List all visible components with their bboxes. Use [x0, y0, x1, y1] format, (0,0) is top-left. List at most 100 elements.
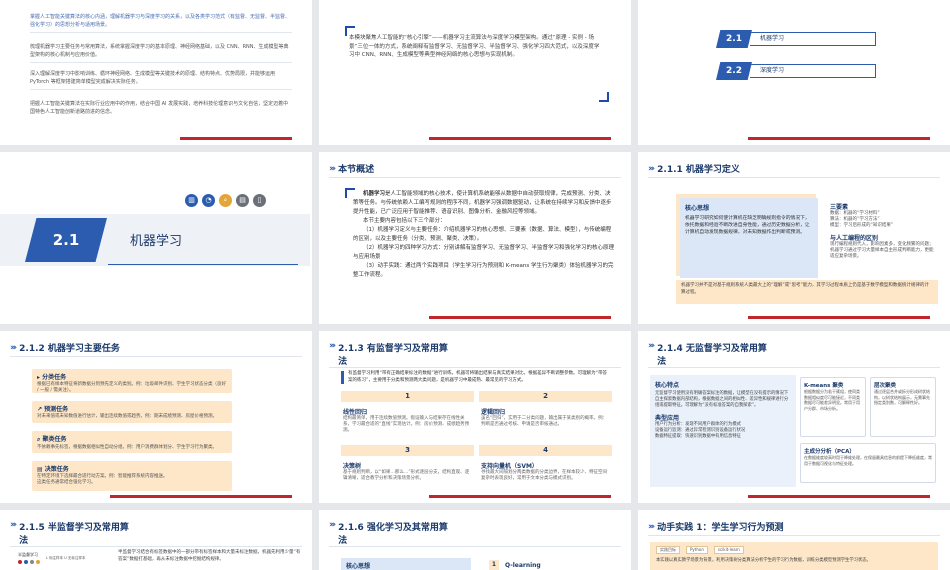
tag: 实践目标 — [656, 546, 680, 554]
cell-number-3: 3 — [341, 445, 474, 456]
overview-item-1: （1）机器学习定义与主要任务：介绍机器学习的核心思想、三要素（数据、算法、模型）… — [353, 227, 612, 242]
task-title: 聚类任务 — [42, 436, 67, 443]
header-divider — [10, 356, 302, 357]
objective-text: 深入理解深度学习中影响训练、循环神经网络、生成模型等关键技术的原理、结构特点、优… — [30, 71, 276, 85]
cell-number-1: 1 — [341, 391, 474, 402]
application-item: 数据特征提取：快速识别数据中有用信息特征 — [655, 434, 741, 439]
algo-title: 支持向量机（SVM） — [481, 463, 538, 470]
slide-toc[interactable]: 2.1 机器学习 2.2 深度学习 — [638, 0, 950, 145]
chevron-right-icon: ››› — [648, 163, 655, 174]
corner-bracket-bottom — [599, 92, 609, 102]
icon-row: ▥ ◔ ⌕ ▤ ▯ — [185, 194, 266, 207]
header-divider — [329, 367, 621, 368]
slide-header-text: 2.1.5 半监督学习及常用算法 — [19, 523, 129, 546]
slide-supervised[interactable]: ››› 2.1.3 有监督学习及常用算法 有监督学习利用“带有正确结果标注的数据”… — [319, 331, 631, 503]
slide-header: ››› 2.1.6 强化学习及其常用算法 — [329, 520, 448, 546]
semi-supervised-text: 半监督学习结合有标签数据中的一部分带有标签样本和大量未标注数据，机器先利用少量“… — [118, 550, 301, 562]
three-elements-title: 三要素 — [830, 204, 849, 211]
chevron-right-icon: ››› — [10, 520, 17, 530]
chevron-right-icon: ››› — [648, 521, 655, 532]
accent-bar — [748, 137, 930, 140]
algo-desc: 结构最简单，用于连续数值预测。假设输入与结果存在线性关系，学习最合适的“直线”实… — [343, 416, 470, 433]
semi-supervised-figure: 半监督学习 L 标注样本 U 无标注样本 — [18, 552, 108, 570]
core-idea-title: 核心思想 — [346, 563, 371, 570]
toc-label: 机器学习 — [750, 32, 876, 46]
module-intro-text: 本模块聚焦人工智能的“核心引擎”——机器学习主流算法与深度学习模型架构。通过“原… — [349, 35, 600, 58]
slide-header: ››› 本节概述 — [329, 162, 375, 176]
pie-chart-icon: ◔ — [202, 194, 215, 207]
objective-text: 掌握人工智能关键算法的核心内涵，理解机器学习与深度学习的关系，以及各类学习范式（… — [30, 14, 291, 28]
cell-number-2: 2 — [479, 391, 612, 402]
algo-linear-regression: 线性回归 结构最简单，用于连续数值预测。假设输入与结果存在线性关系，学习最合适的… — [343, 407, 471, 434]
slide-ml-tasks[interactable]: ››› 2.1.2 机器学习主要任务 ▸ 分类任务 根据已有样本特征将新数据分到预… — [0, 331, 312, 503]
accent-bar — [110, 495, 292, 498]
accent-bar — [429, 495, 611, 498]
slide-unsupervised[interactable]: ››› 2.1.4 无监督学习及常用算法 核心特点 无监督学习使用没有明确答案标注… — [638, 331, 950, 503]
slide-objectives[interactable]: 掌握人工智能关键算法的核心内涵，理解机器学习与深度学习的关系，以及各类学习范式（… — [0, 0, 312, 145]
task-desc: 根据已有样本特征将新数据分到预先定义的类别。例：垃圾邮件识别、学生学习状态分类（… — [37, 382, 226, 393]
slide-reinforcement[interactable]: ››› 2.1.6 强化学习及其常用算法 核心思想 1 Q-learning — [319, 510, 631, 570]
header-divider — [10, 546, 302, 547]
tag: Python — [686, 546, 708, 554]
accent-bar — [180, 137, 292, 140]
slide-overview[interactable]: ››› 本节概述 机器学习是人工智能领域的核心技术，使计算机系统能够从数据中自动获… — [319, 152, 631, 324]
kmeans-card: K-means 聚类 根据数据分为若干簇组，使同类数据相似度尽可能接近，不同类数… — [800, 377, 866, 437]
hierarchical-text: 通过逐层合并或拆分形成树状结构，以树状结构展示，无需事先指定类别数，可解释性好。 — [874, 389, 930, 405]
algo-title: 决策树 — [343, 463, 362, 470]
difference-text: 现行编程规则代入，影响因素多，变化频繁的问题；机器学习通过学习大量样本自主形成判… — [830, 242, 934, 259]
slide-module-intro[interactable]: 本模块聚焦人工智能的“核心引擎”——机器学习主流算法与深度学习模型架构。通过“原… — [319, 0, 631, 145]
task-card-prediction: ↗ 预测任务 对未来值或未知数值进行估计，输出连续数值或趋势。例：期末成绩预测、… — [32, 401, 232, 423]
task-title: 决策任务 — [44, 466, 69, 473]
core-idea-card: 核心思想 — [341, 558, 471, 570]
section-number: 2.1 — [25, 218, 107, 262]
slide-header-text: 2.1.1 机器学习定义 — [657, 165, 740, 175]
slide-section-2-1[interactable]: ▥ ◔ ⌕ ▤ ▯ 2.1 机器学习 — [0, 152, 312, 324]
slide-practice-1[interactable]: ››› 动手实践 1：学生学习行为预测 实践目标 Python scikit-le… — [638, 510, 950, 570]
task-title: 分类任务 — [42, 374, 67, 381]
slide-ml-definition[interactable]: ››› 2.1.1 机器学习定义 核心思想 机器学习研究如何使计算机在缺乏明确规则… — [638, 152, 950, 324]
chevron-right-icon: ››› — [329, 341, 336, 351]
toc-number: 2.1 — [716, 30, 752, 48]
note-bar: 机器学习并不是对基于规则系统人类最大上的“理解”或“思考”能力，其学习过程本质上… — [676, 280, 938, 304]
core-idea-card: 核心思想 机器学习研究如何使计算机在缺乏明确规则指令的情况下，依托数据和经验不断… — [680, 198, 818, 278]
difference-title: 与人工编程的区别 — [830, 235, 879, 242]
section-line — [108, 264, 298, 265]
toc-item-2-1[interactable]: 2.1 机器学习 — [716, 30, 876, 48]
algo-decision-tree: 决策树 基于规则判断，以“如果…那么…”形式逐层分支，结构直观、逻辑清晰，适合教… — [343, 461, 471, 482]
practice-text: 本实践以真实教学场景为背景，利用决策树分类算法分析学生的学习行为数据，训练分类模… — [656, 558, 871, 563]
slide-header-text: 本节概述 — [338, 165, 375, 175]
core-idea-title: 核心思想 — [685, 205, 710, 212]
chevron-right-icon: ››› — [329, 520, 336, 530]
tag-row: 实践目标 Python scikit-learn — [656, 546, 932, 554]
objective-item-2: 梳理机器学习主要任务与常用算法，系统掌握深度学习的基本原理、神经网络基础，以及 … — [30, 44, 292, 63]
accent-bar — [429, 316, 611, 319]
term-bold: 机器学习 — [363, 191, 386, 197]
document-icon: ▤ — [37, 466, 45, 473]
practice-panel: 实践目标 Python scikit-learn 本实践以真实教学场景为背景，利… — [650, 542, 938, 570]
task-card-decision: ▤ 决策任务 在特定环境下选择最合适行动方案。例：智能推荐系统内容推送。 这类任… — [32, 461, 232, 491]
hierarchical-title: 层次聚类 — [874, 383, 897, 389]
slide-header: ››› 动手实践 1：学生学习行为预测 — [648, 520, 784, 534]
pca-text: 在数据维度较高时用于降维处理，在保留最具信息的前提下降低维度，常用于数据可视化与… — [804, 455, 932, 466]
slide-header: ››› 2.1.4 无监督学习及常用算法 — [648, 341, 767, 367]
intro-text: 有监督学习利用“带有正确结果标注的数据”进行训练，机器可将输出结果与真实结果对比… — [348, 371, 607, 383]
note-text: 机器学习并不是对基于规则系统人类最大上的“理解”或“思考”能力，其学习过程本质上… — [681, 283, 929, 295]
core-feature-text: 无监督学习使用没有明确答案标注的数据，让模型在没有提示的情况下自主探索数据内部结… — [655, 391, 789, 408]
document-icon: ▤ — [236, 194, 249, 207]
slide-header-text: 2.1.3 有监督学习及常用算法 — [338, 344, 448, 367]
core-feature-title: 核心特点 — [655, 382, 680, 389]
toc-item-2-2[interactable]: 2.2 深度学习 — [716, 62, 876, 80]
header-divider — [329, 177, 621, 178]
slide-header: ››› 2.1.5 半监督学习及常用算法 — [10, 520, 129, 546]
slide-semi-supervised[interactable]: ››› 2.1.5 半监督学习及常用算法 半监督学习 L 标注样本 U 无标注样本… — [0, 510, 312, 570]
accent-bar — [429, 137, 611, 140]
slide-header: ››› 2.1.3 有监督学习及常用算法 — [329, 341, 448, 367]
kmeans-title: K-means 聚类 — [804, 383, 844, 389]
folder-icon: ▯ — [253, 194, 266, 207]
algo-desc: 虽名“回归”，实用于二分类问题，输出属于某类别的概率。例：判断是否通过考核、申请… — [481, 416, 608, 427]
algo-desc: 基于规则判断，以“如果…那么…”形式逐层分支，结构直观、逻辑清晰，适合教学分析和… — [343, 470, 470, 481]
bar-chart-icon: ▥ — [185, 194, 198, 207]
chevron-right-icon: ››› — [329, 163, 336, 174]
hierarchical-card: 层次聚类 通过逐层合并或拆分形成树状结构，以树状结构展示，无需事先指定类别数，可… — [870, 377, 936, 437]
slide-header-text: 2.1.4 无监督学习及常用算法 — [657, 344, 767, 367]
